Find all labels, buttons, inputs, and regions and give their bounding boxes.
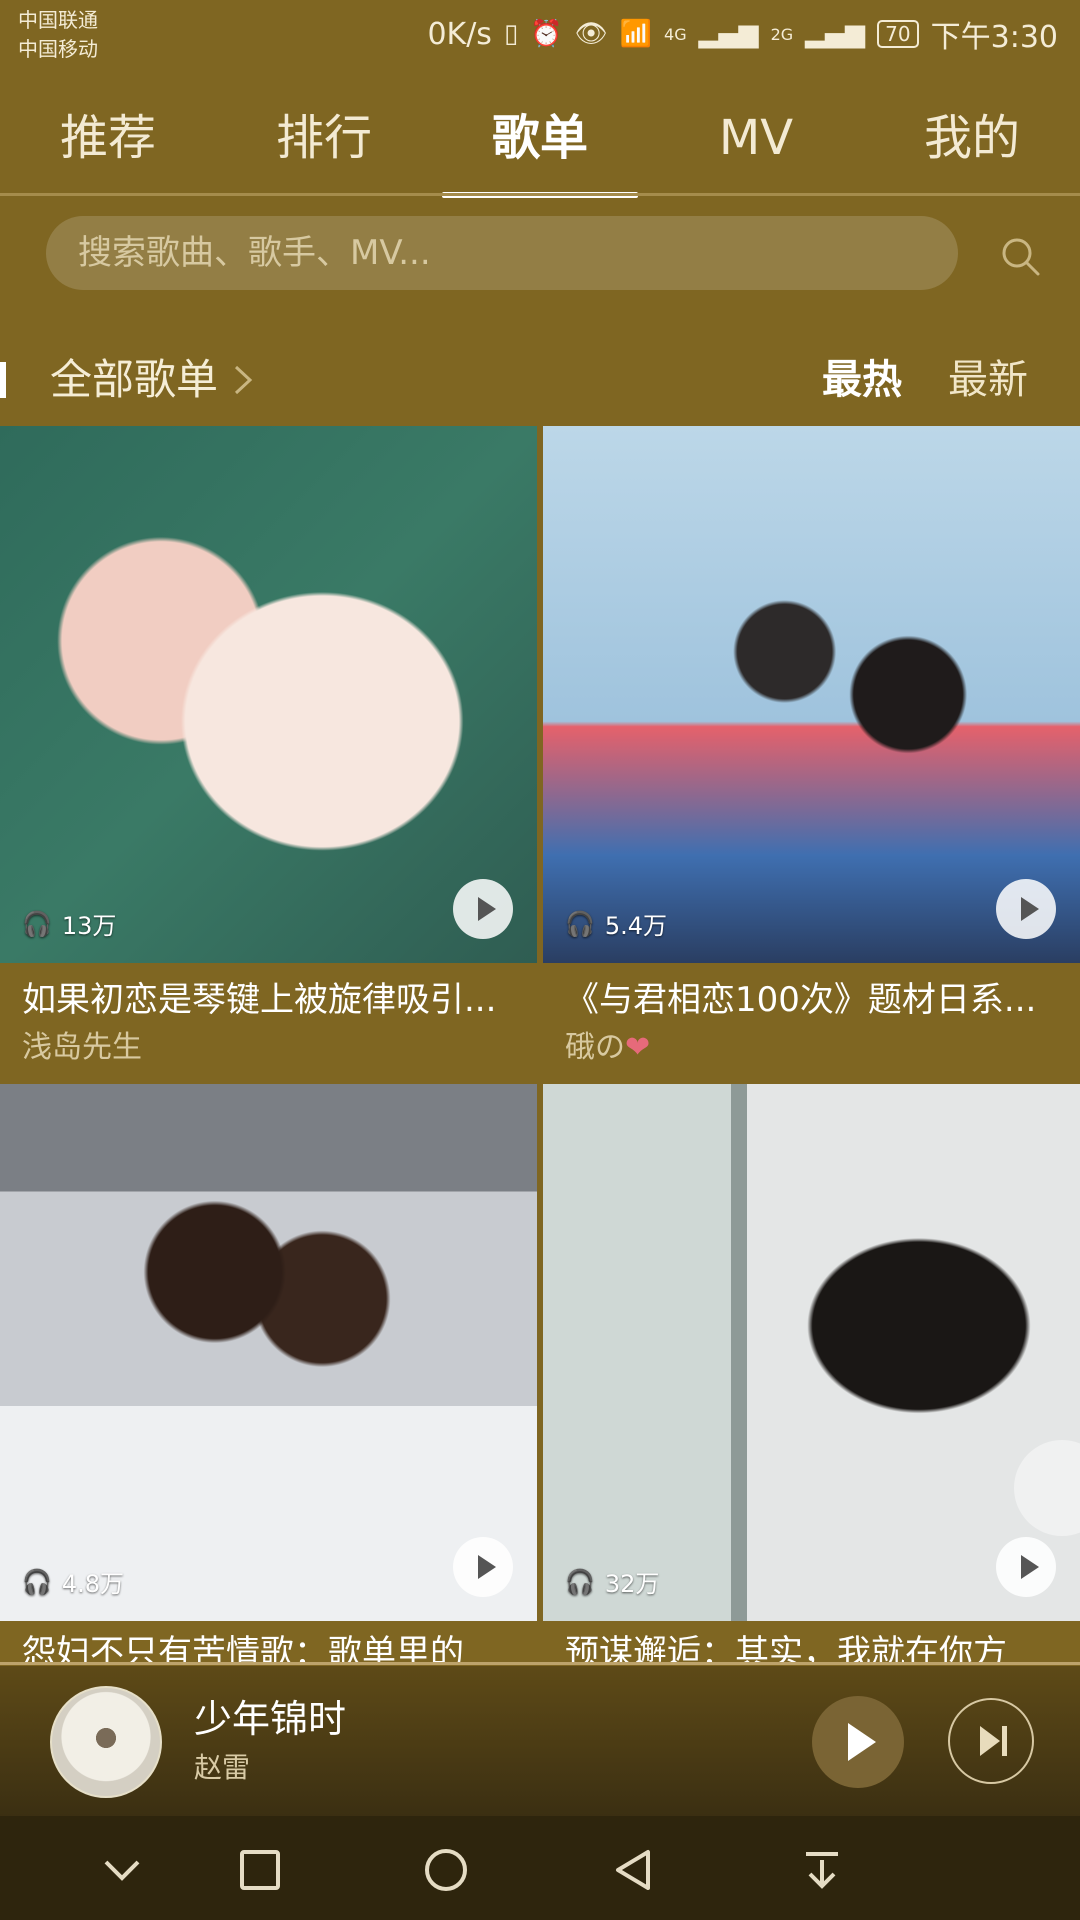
eye-comfort-icon: 👁 (574, 19, 608, 49)
headphones-icon: 🎧 (565, 1567, 595, 1596)
play-count: 🎧 5.4万 (565, 906, 667, 941)
section-indicator (0, 362, 6, 398)
status-icons: 0K/s ▯ ⏰ 👁 📶 4G ▂▄▆ 2G ▂▄▆ 70 下午3:30 (427, 12, 1058, 56)
playlist-card[interactable]: 🎧 32万 (543, 1084, 1080, 1621)
main-tabs: 推荐 排行 歌单 MV 我的 (0, 82, 1080, 198)
carrier-2: 中国移动 (18, 37, 98, 61)
search-box (46, 216, 958, 290)
all-playlists-link[interactable]: 全部歌单 (50, 350, 254, 410)
album-art[interactable] (50, 1686, 162, 1798)
sort-new-button[interactable]: 最新 (948, 350, 1028, 410)
playlist-title: 《与君相恋100次》题材日系... (565, 980, 1037, 1020)
home-icon[interactable] (422, 1846, 470, 1894)
play-count: 🎧 4.8万 (22, 1564, 124, 1599)
playlist-author: 浅岛先生 (22, 1030, 142, 1065)
net-speed: 0K/s (427, 16, 492, 52)
mini-player[interactable]: 少年锦时 赵雷 (0, 1666, 1080, 1816)
song-artist: 赵雷 (194, 1751, 251, 1784)
alarm-icon: ⏰ (530, 19, 563, 49)
battery-indicator: 70 (877, 20, 919, 48)
back-icon[interactable] (610, 1846, 658, 1894)
notification-pulldown-icon[interactable] (798, 1846, 846, 1894)
wifi-icon: 📶 (619, 19, 653, 49)
headphones-icon: 🎧 (22, 909, 52, 938)
clock: 下午3:30 (930, 20, 1058, 55)
status-bar: 中国联通 中国移动 0K/s ▯ ⏰ 👁 📶 4G ▂▄▆ 2G ▂▄▆ 70 … (0, 0, 1080, 72)
heart-icon: ❤ (625, 1030, 651, 1065)
carrier-info: 中国联通 中国移动 (18, 6, 98, 64)
section-title: 全部歌单 (50, 355, 219, 404)
system-nav-bar (0, 1816, 1080, 1920)
play-count: 🎧 32万 (565, 1564, 659, 1599)
play-count-value: 13万 (61, 912, 117, 940)
tab-playlists[interactable]: 歌单 (432, 82, 648, 198)
play-icon[interactable] (453, 1537, 513, 1597)
headphones-icon: 🎧 (565, 909, 595, 938)
carrier-1: 中国联通 (18, 8, 98, 32)
next-button[interactable] (948, 1698, 1034, 1784)
play-count-value: 4.8万 (61, 1570, 125, 1598)
tab-ranking[interactable]: 排行 (216, 82, 432, 194)
album-art-image (86, 1718, 126, 1758)
playlist-card[interactable]: 🎧 5.4万 《与君相恋100次》题材日系... 硪の❤ (543, 426, 1080, 1069)
vibrate-icon: ▯ (503, 19, 519, 49)
tab-mv[interactable]: MV (648, 82, 864, 194)
playlist-cover[interactable]: 🎧 4.8万 (0, 1084, 537, 1621)
play-button[interactable] (812, 1696, 904, 1788)
tabs-divider (0, 193, 1080, 196)
playlist-title: 怨妇不只有苦情歌：歌单里的 (22, 1633, 464, 1664)
signal-2g-icon: ▂▄▆ (805, 19, 866, 49)
chevron-right-icon (234, 365, 253, 395)
playlist-cover[interactable]: 🎧 32万 (543, 1084, 1080, 1621)
playlist-cover[interactable]: 🎧 5.4万 (543, 426, 1080, 963)
player-divider (0, 1662, 1080, 1665)
play-icon[interactable] (996, 879, 1056, 939)
playlist-author: 硪の (565, 1030, 625, 1065)
play-count-value: 32万 (604, 1570, 660, 1598)
signal-4g-label: 4G (664, 24, 687, 44)
play-icon[interactable] (996, 1537, 1056, 1597)
headphones-icon: 🎧 (22, 1567, 52, 1596)
sort-hot-button[interactable]: 最热 (822, 350, 902, 410)
signal-2g-label: 2G (770, 24, 794, 44)
sort-options: 最热 最新 (822, 350, 1028, 410)
playlist-card[interactable]: 🎧 13万 如果初恋是琴键上被旋律吸引... 浅岛先生 (0, 426, 537, 1069)
row-2-titles: 怨妇不只有苦情歌：歌单里的 预谋邂逅：其实，我就在你方 (0, 1630, 1080, 1664)
recents-icon[interactable] (236, 1846, 284, 1894)
search-icon[interactable] (998, 234, 1042, 278)
chevron-down-icon[interactable] (98, 1846, 146, 1894)
playlist-cover[interactable]: 🎧 13万 (0, 426, 537, 963)
next-track-icon (980, 1726, 1007, 1756)
playlist-author-row: 硪の❤ (565, 1027, 1080, 1069)
playlist-card[interactable]: 🎧 4.8万 (0, 1084, 537, 1621)
tab-mine[interactable]: 我的 (864, 82, 1080, 194)
play-icon[interactable] (453, 879, 513, 939)
playlist-title: 如果初恋是琴键上被旋律吸引... (22, 980, 497, 1020)
tab-recommend[interactable]: 推荐 (0, 82, 216, 194)
playlist-title: 预谋邂逅：其实，我就在你方 (565, 1633, 1007, 1664)
song-title: 少年锦时 (194, 1697, 347, 1741)
signal-4g-icon: ▂▄▆ (698, 19, 759, 49)
search-input[interactable] (46, 216, 950, 290)
play-count: 🎧 13万 (22, 906, 116, 941)
play-count-value: 5.4万 (604, 912, 668, 940)
